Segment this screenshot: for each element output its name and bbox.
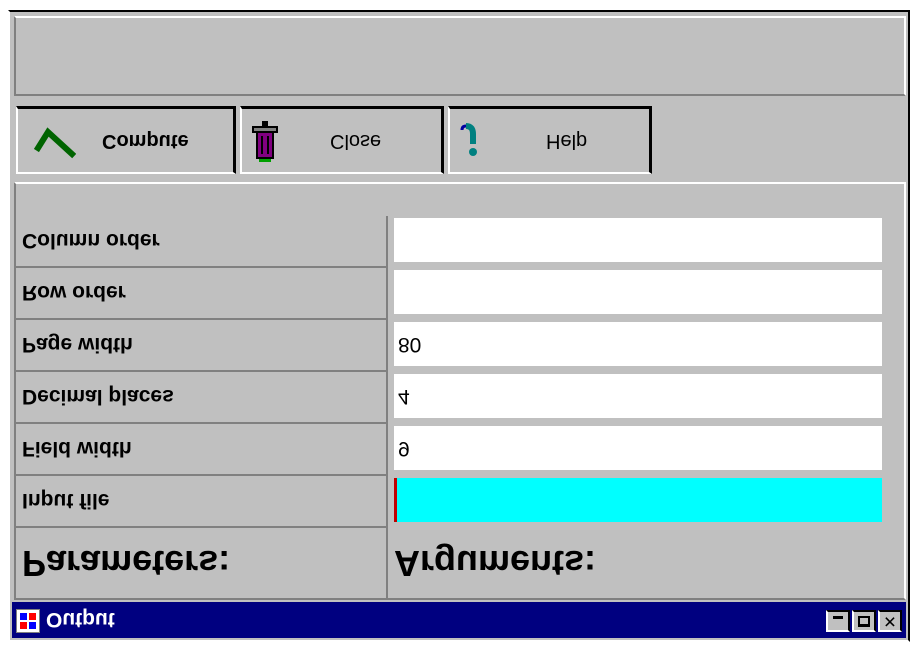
param-row-field-width: Field width	[16, 424, 904, 476]
param-row-row-order: Row order	[16, 268, 904, 320]
help-label: Help	[546, 130, 588, 152]
check-icon	[34, 127, 76, 159]
page-width-field[interactable]	[394, 322, 882, 366]
param-row-input-file: Input file	[16, 476, 904, 528]
compute-label: Compute	[102, 130, 189, 152]
param-label: Row order	[16, 268, 388, 320]
message-area	[14, 16, 906, 96]
param-label: Input file	[16, 476, 388, 528]
parameters-header: Parameters:	[16, 528, 388, 598]
field-width-field[interactable]	[394, 426, 882, 470]
close-icon: ✕	[883, 612, 897, 631]
param-label: Page width	[16, 320, 388, 372]
param-row-column-order: Column order	[16, 216, 904, 268]
decimal-places-field[interactable]	[394, 374, 882, 418]
output-window: Output ✕ Parameters: Arguments: Input fi…	[8, 10, 910, 642]
title-bar[interactable]: Output ✕	[12, 602, 906, 638]
help-button[interactable]: Help	[448, 106, 652, 174]
param-label: Column order	[16, 216, 388, 268]
param-label: Decimal places	[16, 372, 388, 424]
close-label: Close	[330, 130, 382, 152]
input-file-field[interactable]	[394, 478, 882, 522]
maximize-button[interactable]	[852, 610, 876, 632]
grid-header: Parameters: Arguments:	[16, 528, 904, 598]
param-row-decimal-places: Decimal places	[16, 372, 904, 424]
trash-can-icon	[252, 121, 278, 162]
compute-button[interactable]: Compute	[16, 106, 236, 174]
question-mark-icon	[460, 123, 477, 156]
toolbar: Compute Close Help	[14, 100, 906, 180]
close-window-button[interactable]: ✕	[878, 610, 902, 632]
minimize-button[interactable]	[826, 610, 850, 632]
maximize-icon	[858, 616, 870, 627]
close-button[interactable]: Close	[240, 106, 444, 174]
app-grid-icon[interactable]	[16, 609, 40, 633]
minimize-icon	[833, 616, 843, 619]
column-order-field[interactable]	[394, 218, 882, 262]
row-order-field[interactable]	[394, 270, 882, 314]
param-row-page-width: Page width	[16, 320, 904, 372]
window-title: Output	[46, 608, 115, 631]
param-label: Field width	[16, 424, 388, 476]
parameter-grid: Parameters: Arguments: Input file Field …	[14, 182, 906, 600]
arguments-header: Arguments:	[394, 543, 597, 584]
